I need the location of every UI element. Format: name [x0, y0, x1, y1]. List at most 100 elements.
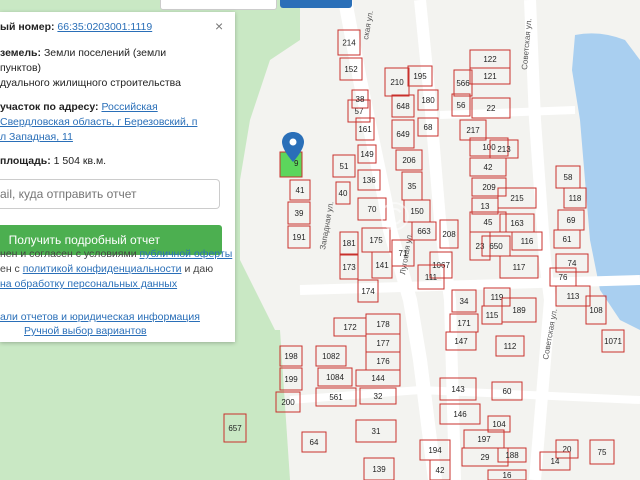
parcel-number: 199 [284, 375, 298, 384]
parcel-number: 56 [457, 101, 466, 110]
parcel-number: 649 [396, 130, 410, 139]
address-link-line2[interactable]: Свердловская область, г Березовский, п [0, 116, 197, 128]
terms-text: нен и согласен с условиями [0, 248, 140, 260]
cadastral-number-link[interactable]: 66:35:0203001:1119 [57, 21, 152, 33]
parcel-number: 152 [344, 65, 358, 74]
parcel-number: 566 [456, 79, 470, 88]
terms-text: ен с [0, 263, 23, 275]
parcel-number: 189 [512, 306, 526, 315]
area-label: площадь: [0, 155, 51, 167]
parcel-number: 177 [376, 339, 390, 348]
parcel-number: 648 [396, 102, 410, 111]
terms-text: и даю [181, 263, 214, 275]
parcel-number: 195 [413, 72, 427, 81]
parcel-number: 200 [281, 398, 295, 407]
parcel-number: 210 [390, 78, 404, 87]
parcel-number: 20 [563, 445, 572, 454]
parcel-number: 209 [482, 183, 496, 192]
parcel-number: 197 [477, 435, 491, 444]
parcel-number: 108 [589, 306, 603, 315]
email-field[interactable] [0, 179, 220, 209]
parcel-number: 35 [408, 182, 417, 191]
address-link-line1[interactable]: Российская [101, 101, 157, 113]
parcel-number: 161 [358, 125, 372, 134]
parcel-number: 147 [454, 337, 468, 346]
parcel-number: 34 [460, 297, 469, 306]
parcel-number: 217 [466, 126, 480, 135]
parcel-number: 69 [567, 216, 576, 225]
parcel-number: 41 [296, 186, 305, 195]
parcel-number: 172 [343, 323, 357, 332]
parcel-number: 188 [505, 451, 519, 460]
parcel-number: 61 [563, 235, 572, 244]
parcel-number: 68 [424, 123, 433, 132]
parcel-number: 22 [487, 104, 496, 113]
parcel-number: 191 [292, 233, 306, 242]
parcel-number: 104 [492, 420, 506, 429]
parcel-number: 171 [457, 319, 471, 328]
parcel-number: 112 [504, 342, 517, 351]
parcel-number: 1082 [322, 352, 340, 361]
public-offer-link[interactable]: публичной оферты [139, 248, 232, 260]
parcel-number: 40 [339, 189, 348, 198]
parcel-number: 13 [481, 202, 490, 211]
report-examples-link[interactable]: али отчетов и юридическая информация [0, 311, 200, 323]
parcel-number: 118 [569, 194, 582, 203]
parcel-number: 76 [559, 273, 568, 282]
parcel-number: 60 [503, 387, 512, 396]
parcel-number: 64 [310, 438, 319, 447]
parcel-number: 42 [436, 466, 445, 475]
parcel-number: 111 [425, 273, 438, 282]
parcel-number: 663 [417, 227, 431, 236]
parcel-number: 38 [356, 95, 365, 104]
parcel-number: 206 [402, 156, 416, 165]
area-value: 1 504 кв.м. [53, 155, 107, 167]
parcel-number: 1084 [326, 373, 344, 382]
parcel-number: 150 [410, 207, 424, 216]
manual-selection-link[interactable]: Ручной выбор вариантов [24, 325, 147, 337]
parcel-number: 14 [551, 457, 560, 466]
parcel-number: 42 [484, 163, 493, 172]
address-link-line3[interactable]: л Западная, 11 [0, 131, 73, 143]
search-button[interactable] [280, 0, 352, 8]
parcel-info-panel: × ый номер: 66:35:0203001:1119 земель: З… [0, 12, 235, 342]
privacy-policy-link[interactable]: политикой конфиденциальности [23, 263, 182, 275]
parcel-number: 117 [513, 263, 526, 272]
parcel-number: 70 [368, 205, 377, 214]
parcel-number: 100 [482, 143, 496, 152]
parcel-number: 657 [228, 424, 242, 433]
address-search-input[interactable] [160, 0, 277, 10]
parcel-number: 214 [342, 39, 356, 48]
parcel-number: 561 [329, 393, 343, 402]
parcel-number: 181 [342, 239, 356, 248]
land-category-value: Земли поселений (земли [43, 47, 167, 59]
parcel-number: 39 [295, 209, 304, 218]
parcel-number: 163 [510, 219, 524, 228]
parcel-number: 116 [521, 237, 534, 246]
parcel-number: 650 [489, 242, 503, 251]
parcel-number: 16 [503, 471, 512, 480]
parcel-number: 122 [483, 55, 497, 64]
land-use-value: дуального жилищного строительства [0, 77, 181, 89]
parcel-number: 149 [360, 150, 374, 159]
parcel-number: 194 [428, 446, 442, 455]
land-category-label: земель: [0, 47, 42, 59]
parcel-number: 45 [484, 218, 493, 227]
parcel-number: 143 [451, 385, 465, 394]
parcel-number: 176 [376, 357, 390, 366]
parcel-number: 58 [564, 173, 573, 182]
parcel-number: 51 [340, 162, 349, 171]
parcel-number: 146 [453, 410, 467, 419]
personal-data-link[interactable]: на обработку персональных данных [0, 278, 177, 290]
parcel-number: 208 [442, 230, 456, 239]
parcel-number: 178 [376, 320, 390, 329]
parcel-number: 1071 [604, 337, 622, 346]
parcel-number: 32 [374, 392, 383, 401]
parcel-number: 29 [481, 453, 490, 462]
close-icon[interactable]: × [215, 18, 223, 34]
land-category-value-cont: пунктов) [0, 62, 42, 74]
cadastral-number-label: ый номер: [0, 21, 55, 33]
parcel-number: 121 [483, 72, 497, 81]
parcel-number: 180 [421, 96, 435, 105]
parcel-number: 215 [510, 194, 524, 203]
